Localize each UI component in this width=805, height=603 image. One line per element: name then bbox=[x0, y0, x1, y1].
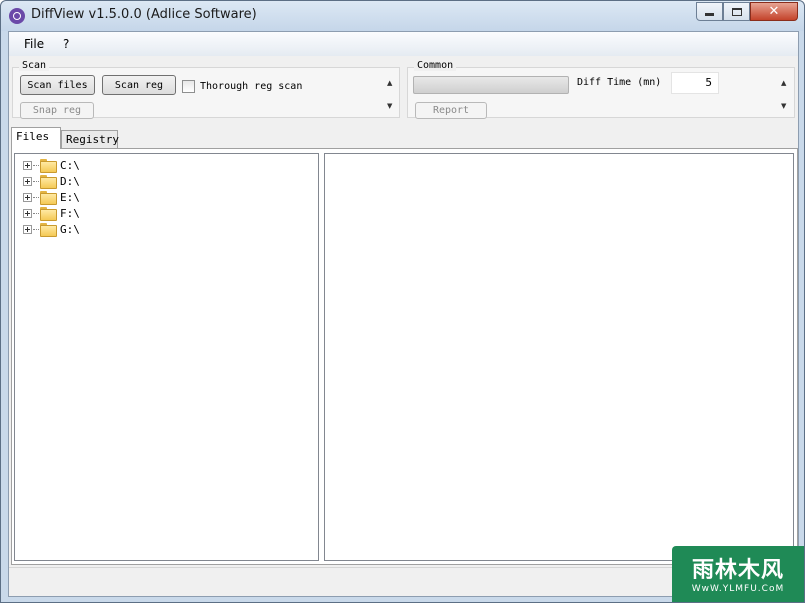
folder-icon bbox=[40, 207, 57, 221]
close-button[interactable]: ✕ bbox=[750, 2, 798, 21]
tree-item-label: F:\ bbox=[60, 206, 80, 220]
report-button[interactable]: Report bbox=[415, 102, 487, 119]
site-watermark-logo: 雨林木风 WwW.YLMFU.CoM bbox=[672, 546, 804, 602]
scroll-down-icon[interactable]: ▼ bbox=[387, 102, 392, 110]
expand-icon[interactable] bbox=[23, 208, 32, 218]
watermark-site-text: WwW.YLMFU.CoM bbox=[691, 584, 785, 594]
expand-icon[interactable] bbox=[23, 192, 32, 202]
close-icon: ✕ bbox=[768, 4, 780, 19]
folder-icon bbox=[40, 223, 57, 237]
scroll-down-icon[interactable]: ▼ bbox=[781, 102, 786, 110]
scan-group-label: Scan bbox=[19, 60, 50, 71]
folder-icon bbox=[40, 191, 57, 205]
files-tab-panel: C:\ D:\ E:\ F:\ G:\ bbox=[11, 148, 798, 565]
diffview-app-icon[interactable] bbox=[9, 8, 25, 24]
scan-group-scrollbar[interactable]: ▲ ▼ bbox=[385, 74, 399, 114]
app-window: DiffView v1.5.0.0 (Adlice Software) ✕ Fi… bbox=[0, 0, 805, 603]
common-group: Common Diff Time (mn) 5 Report ▲ ▼ bbox=[407, 60, 795, 119]
expand-icon[interactable] bbox=[23, 224, 32, 234]
menu-help[interactable]: ? bbox=[63, 37, 69, 51]
menu-file[interactable]: File bbox=[24, 37, 44, 51]
tree-item-label: C:\ bbox=[60, 158, 80, 172]
minimize-icon bbox=[705, 13, 714, 16]
diff-time-input[interactable]: 5 bbox=[671, 72, 719, 94]
tree-item-label: E:\ bbox=[60, 190, 80, 204]
tree-connector bbox=[33, 196, 39, 198]
tab-files[interactable]: Files bbox=[11, 127, 61, 149]
menu-bar: File ? bbox=[9, 32, 798, 56]
window-title: DiffView v1.5.0.0 (Adlice Software) bbox=[31, 7, 257, 22]
tree-item-label: D:\ bbox=[60, 174, 80, 188]
scan-reg-button[interactable]: Scan reg bbox=[102, 75, 176, 95]
folder-icon bbox=[40, 175, 57, 189]
tree-connector bbox=[33, 228, 39, 230]
folder-icon bbox=[40, 159, 57, 173]
scan-files-button[interactable]: Scan files bbox=[20, 75, 95, 95]
title-bar[interactable]: DiffView v1.5.0.0 (Adlice Software) ✕ bbox=[1, 1, 804, 31]
tab-registry[interactable]: Registry bbox=[61, 130, 119, 149]
maximize-icon bbox=[731, 7, 742, 16]
tree-item-d-drive[interactable]: D:\ bbox=[23, 173, 80, 189]
tree-item-f-drive[interactable]: F:\ bbox=[23, 205, 80, 221]
maximize-button[interactable] bbox=[723, 2, 750, 21]
scroll-up-icon[interactable]: ▲ bbox=[387, 79, 392, 87]
diff-results-pane[interactable] bbox=[324, 153, 794, 561]
thorough-reg-scan-checkbox[interactable] bbox=[182, 80, 195, 93]
common-group-label: Common bbox=[414, 60, 457, 71]
tree-connector bbox=[33, 164, 39, 166]
diff-time-label: Diff Time (mn) bbox=[577, 77, 662, 88]
scan-progress-bar bbox=[413, 76, 569, 94]
expand-icon[interactable] bbox=[23, 160, 32, 170]
snap-reg-button[interactable]: Snap reg bbox=[20, 102, 94, 119]
tree-connector bbox=[33, 180, 39, 182]
tree-item-c-drive[interactable]: C:\ bbox=[23, 157, 80, 173]
watermark-main-text: 雨林木风 bbox=[691, 558, 784, 583]
tree-item-label: G:\ bbox=[60, 222, 80, 236]
thorough-reg-scan-label: Thorough reg scan bbox=[200, 81, 303, 92]
scan-group: Scan Scan files Scan reg Thorough reg sc… bbox=[12, 60, 400, 119]
tree-item-e-drive[interactable]: E:\ bbox=[23, 189, 80, 205]
minimize-button[interactable] bbox=[696, 2, 723, 21]
client-area: File ? Scan Scan files Scan reg Thorough… bbox=[8, 31, 799, 597]
tree-connector bbox=[33, 212, 39, 214]
tree-item-g-drive[interactable]: G:\ bbox=[23, 221, 80, 237]
common-group-scrollbar[interactable]: ▲ ▼ bbox=[779, 74, 793, 114]
file-tree-pane[interactable]: C:\ D:\ E:\ F:\ G:\ bbox=[14, 153, 319, 561]
scroll-up-icon[interactable]: ▲ bbox=[781, 79, 786, 87]
expand-icon[interactable] bbox=[23, 176, 32, 186]
